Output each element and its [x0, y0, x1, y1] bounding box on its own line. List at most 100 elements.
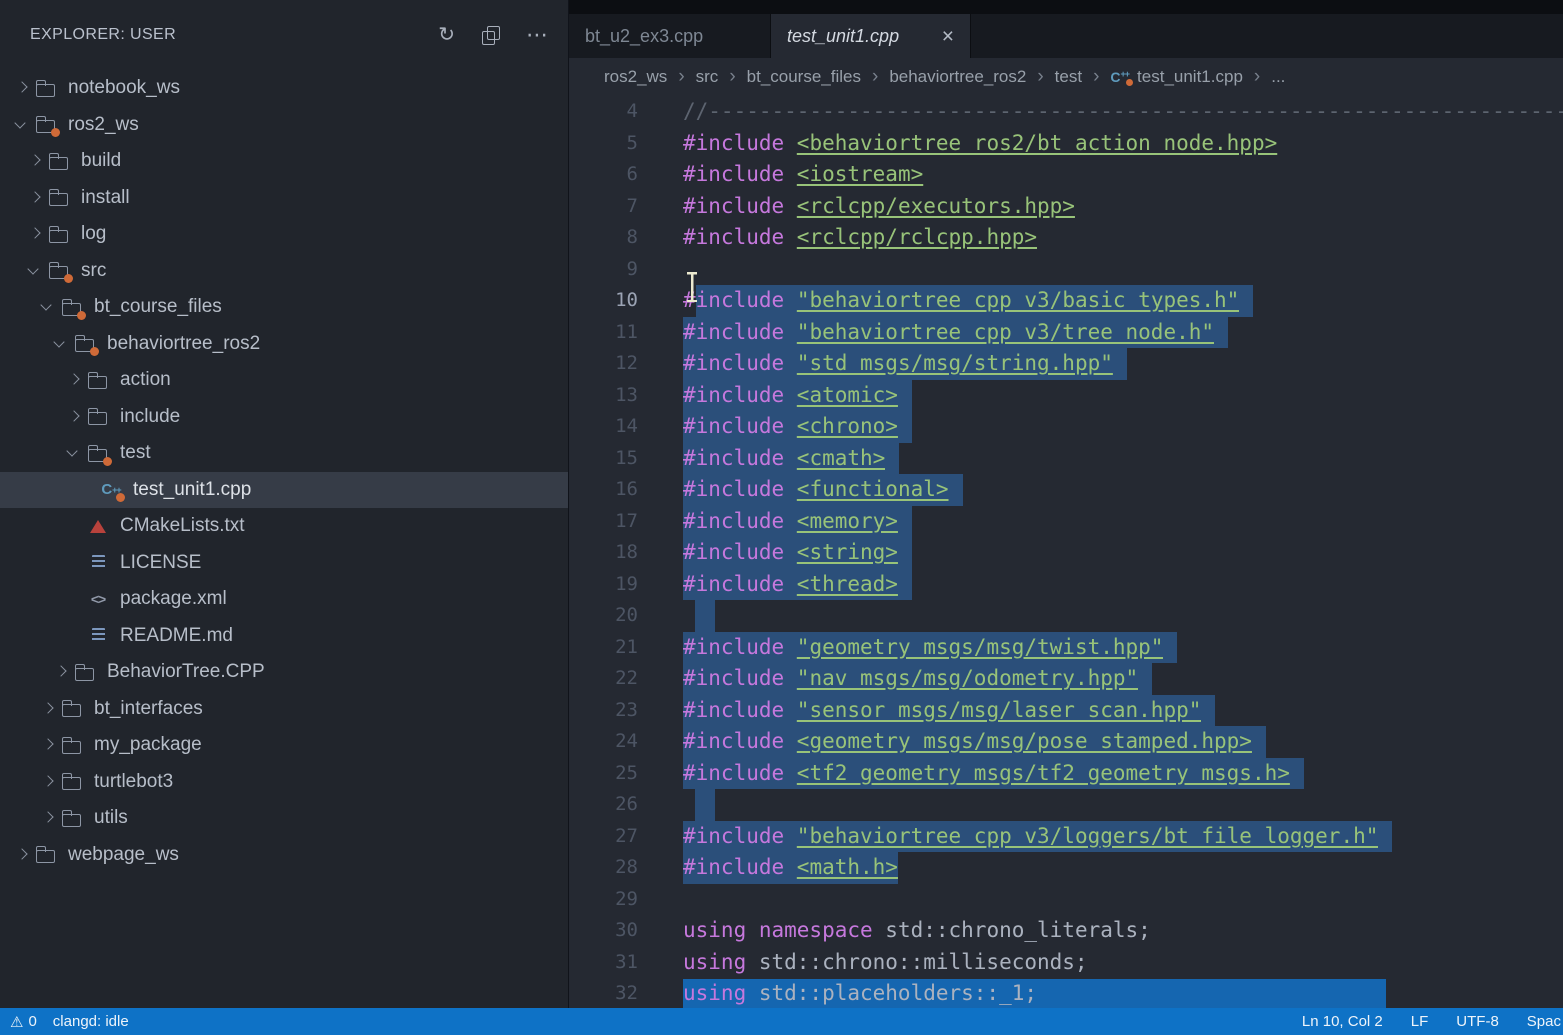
code-line-20[interactable]: 20	[569, 600, 1563, 632]
code-line-4[interactable]: 4//-------------------------------------…	[569, 96, 1563, 128]
tree-item-license[interactable]: LICENSE	[0, 545, 568, 582]
code-line-5[interactable]: 5#include <behaviortree_ros2/bt_action_n…	[569, 128, 1563, 160]
code-line-27[interactable]: 27#include "behaviortree_cpp_v3/loggers/…	[569, 821, 1563, 853]
code-line-26[interactable]: 26	[569, 789, 1563, 821]
tree-item-test-unit1-cpp[interactable]: C++test_unit1.cpp	[0, 472, 568, 509]
tree-item-notebook-ws[interactable]: notebook_ws	[0, 70, 568, 107]
code-line-12[interactable]: 12#include "std_msgs/msg/string.hpp"	[569, 348, 1563, 380]
code-line-6[interactable]: 6#include <iostream>	[569, 159, 1563, 191]
code-line-29[interactable]: 29	[569, 884, 1563, 916]
code-line-24[interactable]: 24#include <geometry_msgs/msg/pose_stamp…	[569, 726, 1563, 758]
code-line-11[interactable]: 11#include "behaviortree_cpp_v3/tree_nod…	[569, 317, 1563, 349]
close-icon[interactable]: ×	[942, 26, 954, 47]
tab-test-unit1-cpp[interactable]: test_unit1.cpp ×	[771, 14, 971, 58]
tree-item-behaviortree-ros2[interactable]: behaviortree_ros2	[0, 326, 568, 363]
chevron-right-icon[interactable]	[64, 408, 85, 426]
breadcrumb-item-bt-course-files[interactable]: bt_course_files	[747, 67, 861, 87]
code-line-16[interactable]: 16#include <functional>	[569, 474, 1563, 506]
tree-item-label: src	[81, 260, 106, 282]
tree-item-test[interactable]: test	[0, 435, 568, 472]
chevron-down-icon[interactable]	[12, 116, 33, 134]
chevron-down-icon[interactable]	[38, 298, 59, 316]
code-line-23[interactable]: 23#include "sensor_msgs/msg/laser_scan.h…	[569, 695, 1563, 727]
tab-bt-u2-ex3-cpp[interactable]: bt_u2_ex3.cpp	[569, 14, 771, 58]
tree-item-webpage-ws[interactable]: webpage_ws	[0, 837, 568, 874]
chevron-right-icon[interactable]	[12, 846, 33, 864]
line-number: 24	[569, 726, 638, 758]
code-line-17[interactable]: 17#include <memory>	[569, 506, 1563, 538]
tree-item-ros2-ws[interactable]: ros2_ws	[0, 107, 568, 144]
code-line-30[interactable]: 30using namespace std::chrono_literals;	[569, 915, 1563, 947]
refresh-icon[interactable]: ↻	[438, 25, 455, 45]
code-line-18[interactable]: 18#include <string>	[569, 537, 1563, 569]
code-line-19[interactable]: 19#include <thread>	[569, 569, 1563, 601]
cursor-position[interactable]: Ln 10, Col 2	[1302, 1013, 1383, 1030]
code-area[interactable]: 4//-------------------------------------…	[569, 96, 1563, 1008]
chevron-right-icon[interactable]	[51, 663, 72, 681]
tree-item-cmakelists-txt[interactable]: CMakeLists.txt	[0, 508, 568, 545]
tree-item-action[interactable]: action	[0, 362, 568, 399]
tree-item-src[interactable]: src	[0, 253, 568, 290]
code-line-7[interactable]: 7#include <rclcpp/executors.hpp>	[569, 191, 1563, 223]
tree-item-log[interactable]: log	[0, 216, 568, 253]
code-token: #include	[683, 128, 797, 160]
code-line-22[interactable]: 22#include "nav_msgs/msg/odometry.hpp"	[569, 663, 1563, 695]
breadcrumb-item-test[interactable]: test	[1055, 67, 1082, 87]
code-line-13[interactable]: 13#include <atomic>	[569, 380, 1563, 412]
tree-item-build[interactable]: build	[0, 143, 568, 180]
chevron-down-icon[interactable]	[64, 444, 85, 462]
breadcrumb-item-ros2-ws[interactable]: ros2_ws	[604, 67, 667, 87]
tree-item-include[interactable]: include	[0, 399, 568, 436]
breadcrumb-item-behaviortree-ros2[interactable]: behaviortree_ros2	[889, 67, 1026, 87]
code-line-25[interactable]: 25#include <tf2_geometry_msgs/tf2_geomet…	[569, 758, 1563, 790]
tree-item-install[interactable]: install	[0, 180, 568, 217]
code-line-28[interactable]: 28#include <math.h>	[569, 852, 1563, 884]
chevron-right-icon[interactable]	[25, 225, 46, 243]
code-line-10[interactable]: 10#include "behaviortree_cpp_v3/basic_ty…	[569, 285, 1563, 317]
code-token: <geometry_msgs/msg/pose_stamped.hpp>	[797, 726, 1252, 758]
code-line-31[interactable]: 31using std::chrono::milliseconds;	[569, 947, 1563, 979]
code-line-32[interactable]: 32using std::placeholders::_1;	[569, 978, 1563, 1008]
breadcrumb-item-test-unit1-cpp[interactable]: test_unit1.cpp	[1137, 67, 1243, 87]
chevron-right-icon[interactable]	[38, 700, 59, 718]
chevron-down-icon[interactable]	[51, 335, 72, 353]
chevron-right-icon[interactable]	[38, 773, 59, 791]
encoding-indicator[interactable]: UTF-8	[1456, 1013, 1499, 1030]
code-line-8[interactable]: 8#include <rclcpp/rclcpp.hpp>	[569, 222, 1563, 254]
selection-tail	[1378, 821, 1392, 853]
tree-item-label: behaviortree_ros2	[107, 333, 260, 355]
breadcrumb-item-src[interactable]: src	[696, 67, 719, 87]
chevron-down-icon[interactable]	[25, 262, 46, 280]
tree-item-readme-md[interactable]: README.md	[0, 618, 568, 655]
tree-item-turtlebot3[interactable]: turtlebot3	[0, 764, 568, 801]
tree-item-label: log	[81, 223, 106, 245]
selection-tail	[885, 443, 899, 475]
tree-item-bt-course-files[interactable]: bt_course_files	[0, 289, 568, 326]
code-line-14[interactable]: 14#include <chrono>	[569, 411, 1563, 443]
code-line-21[interactable]: 21#include "geometry_msgs/msg/twist.hpp"	[569, 632, 1563, 664]
code-token: using	[683, 978, 759, 1008]
editor-group: bt_u2_ex3.cpp test_unit1.cpp × ros2_ws›s…	[568, 0, 1563, 1008]
chevron-right-icon[interactable]	[25, 152, 46, 170]
tree-item-my-package[interactable]: my_package	[0, 727, 568, 764]
indentation-indicator[interactable]: Spac	[1527, 1013, 1561, 1030]
code-line-9[interactable]: 9	[569, 254, 1563, 286]
chevron-right-icon[interactable]	[12, 79, 33, 97]
code-line-15[interactable]: 15#include <cmath>	[569, 443, 1563, 475]
code-token: <string>	[797, 537, 898, 569]
tree-item-package-xml[interactable]: <>package.xml	[0, 581, 568, 618]
modified-dot	[77, 311, 86, 320]
chevron-right-icon[interactable]	[25, 189, 46, 207]
tree-item-behaviortree-cpp[interactable]: BehaviorTree.CPP	[0, 654, 568, 691]
more-actions-icon[interactable]: ⋯	[526, 24, 548, 46]
chevron-right-icon[interactable]	[64, 371, 85, 389]
tree-item-utils[interactable]: utils	[0, 800, 568, 837]
problems-indicator[interactable]: ⚠ 0	[10, 1013, 37, 1031]
chevron-right-icon[interactable]	[38, 809, 59, 827]
tree-item-bt-interfaces[interactable]: bt_interfaces	[0, 691, 568, 728]
breadcrumb-item-[interactable]: ...	[1271, 67, 1285, 87]
chevron-right-icon[interactable]	[38, 736, 59, 754]
collapse-folders-icon[interactable]	[481, 26, 500, 45]
eol-indicator[interactable]: LF	[1411, 1013, 1429, 1030]
clangd-status[interactable]: clangd: idle	[53, 1013, 129, 1030]
